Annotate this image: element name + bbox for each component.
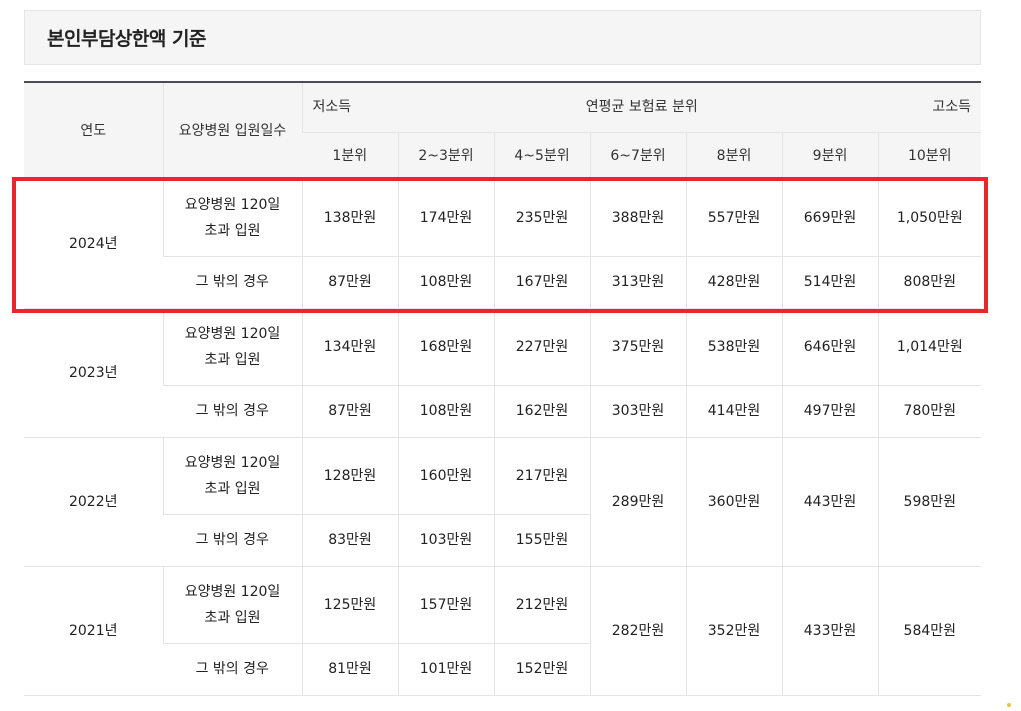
value-cell: 282만원 (589, 566, 686, 696)
value-cell: 87만원 (301, 385, 398, 438)
table-row: 2024년 요양병원 120일 초과 입원 138만원 174만원 235만원 3… (24, 179, 982, 309)
stay-cell: 요양병원 120일 초과 입원 (162, 437, 302, 515)
value-cell: 108만원 (397, 385, 494, 438)
value-cell: 808만원 (877, 256, 982, 309)
value-cell: 81만원 (301, 643, 398, 696)
title-box: 본인부담상한액 기준 (24, 10, 981, 65)
value-cell: 160만원 (397, 437, 494, 515)
value-cell: 167만원 (493, 256, 590, 309)
value-cell: 152만원 (493, 643, 590, 696)
value-cell: 428만원 (685, 256, 782, 309)
value-cell: 414만원 (685, 385, 782, 438)
value-cell: 168만원 (397, 308, 494, 386)
stay-cell: 그 밖의 경우 (163, 385, 302, 438)
table-row: 그 밖의 경우 87만원 108만원 162만원 303만원 414만원 497… (24, 385, 982, 438)
value-cell: 538만원 (685, 308, 782, 386)
value-cell: 360만원 (685, 437, 782, 567)
decorative-dot (1007, 703, 1011, 707)
value-cell: 598만원 (877, 437, 982, 567)
header-decile: 2~3분위 (397, 132, 494, 180)
stay-cell: 요양병원 120일 초과 입원 (162, 566, 302, 644)
copay-limit-table: 연도 요양병원 입원일수 저소득 연평균 보험료 분위 고소득 1분위 2~3분… (24, 81, 982, 696)
year-cell: 2021년 (24, 566, 163, 696)
value-cell: 174만원 (397, 179, 494, 257)
value-cell: 584만원 (877, 566, 982, 696)
value-cell: 227만원 (493, 308, 590, 386)
header-year: 연도 (24, 82, 163, 180)
header-low-income: 저소득 (312, 99, 352, 116)
value-cell: 1,050만원 (877, 179, 982, 257)
stay-cell: 그 밖의 경우 (163, 643, 302, 696)
header-stay: 요양병원 입원일수 (162, 82, 302, 180)
value-cell: 352만원 (685, 566, 782, 696)
value-cell: 134만원 (301, 308, 398, 386)
value-cell: 108만원 (397, 256, 494, 309)
value-cell: 497만원 (781, 385, 878, 438)
value-cell: 138만원 (301, 179, 398, 257)
table-row: 2021년 요양병원 120일 초과 입원 125만원 157만원 212만원 2… (24, 566, 982, 696)
value-cell: 128만원 (301, 437, 398, 515)
value-cell: 103만원 (397, 514, 494, 567)
header-decile: 6~7분위 (589, 132, 686, 180)
value-cell: 646만원 (781, 308, 878, 386)
stay-cell: 요양병원 120일 초과 입원 (162, 179, 302, 257)
header-decile: 10분위 (877, 132, 982, 180)
value-cell: 303만원 (589, 385, 686, 438)
table-row: 2022년 요양병원 120일 초과 입원 128만원 160만원 217만원 2… (24, 437, 982, 567)
header-decile: 8분위 (685, 132, 782, 180)
header-high-income: 고소득 (932, 99, 972, 116)
year-cell: 2024년 (24, 179, 163, 309)
value-cell: 101만원 (397, 643, 494, 696)
value-cell: 87만원 (301, 256, 398, 309)
value-cell: 217만원 (493, 437, 590, 515)
header-decile: 1분위 (302, 132, 398, 180)
page-title: 본인부담상한액 기준 (47, 28, 206, 50)
stay-cell: 그 밖의 경우 (163, 256, 302, 309)
value-cell: 388만원 (589, 179, 686, 257)
value-cell: 375만원 (589, 308, 686, 386)
value-cell: 125만원 (301, 566, 398, 644)
table-row: 2023년 요양병원 120일 초과 입원 134만원 168만원 227만원 3… (24, 308, 982, 438)
value-cell: 235만원 (493, 179, 590, 257)
value-cell: 1,014만원 (877, 308, 982, 386)
value-cell: 212만원 (493, 566, 590, 644)
value-cell: 780만원 (877, 385, 982, 438)
value-cell: 433만원 (781, 566, 878, 696)
year-cell: 2023년 (24, 308, 163, 438)
header-premium-decile: 연평균 보험료 분위 (585, 99, 698, 116)
stay-cell: 요양병원 120일 초과 입원 (162, 308, 302, 386)
value-cell: 443만원 (781, 437, 878, 567)
value-cell: 557만원 (685, 179, 782, 257)
value-cell: 162만원 (493, 385, 590, 438)
header-decile: 9분위 (781, 132, 878, 180)
value-cell: 669만원 (781, 179, 878, 257)
stay-cell: 그 밖의 경우 (163, 514, 302, 567)
value-cell: 313만원 (589, 256, 686, 309)
value-cell: 289만원 (589, 437, 686, 567)
header-income: 저소득 연평균 보험료 분위 고소득 (301, 82, 982, 133)
value-cell: 155만원 (493, 514, 590, 567)
value-cell: 157만원 (397, 566, 494, 644)
table-row: 그 밖의 경우 87만원 108만원 167만원 313만원 428만원 514… (24, 256, 982, 309)
value-cell: 83만원 (301, 514, 398, 567)
header-decile: 4~5분위 (493, 132, 590, 180)
year-cell: 2022년 (24, 437, 163, 567)
value-cell: 514만원 (781, 256, 878, 309)
